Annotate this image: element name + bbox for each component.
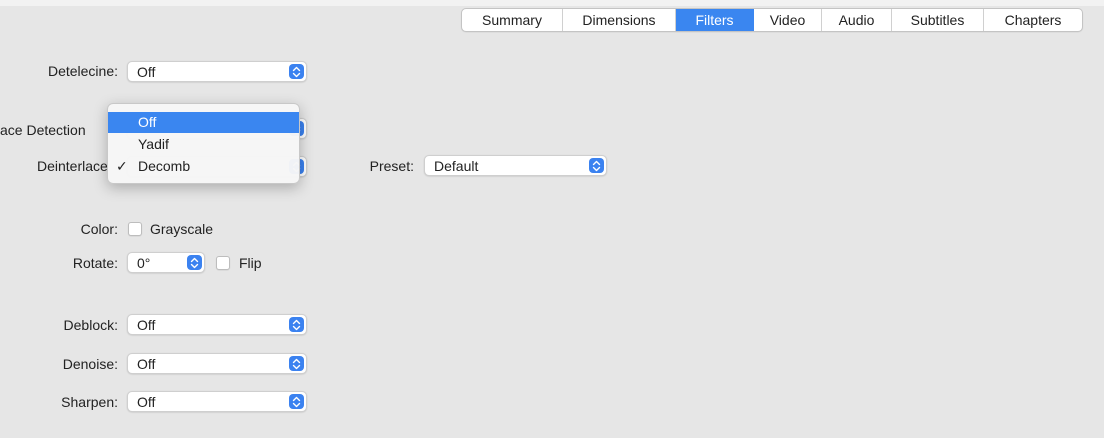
chevron-updown-icon bbox=[289, 64, 304, 79]
rotate-value: 0° bbox=[137, 255, 151, 271]
deblock-label: Deblock: bbox=[63, 317, 118, 333]
tab-subtitles[interactable]: Subtitles bbox=[892, 9, 984, 31]
menu-item-label: Decomb bbox=[138, 158, 191, 174]
tab-audio[interactable]: Audio bbox=[822, 9, 892, 31]
flip-label: Flip bbox=[239, 255, 262, 271]
tab-chapters[interactable]: Chapters bbox=[984, 9, 1082, 31]
grayscale-checkbox[interactable] bbox=[128, 222, 142, 236]
chevron-updown-icon bbox=[589, 158, 604, 173]
detelecine-popup[interactable]: Off bbox=[127, 61, 307, 82]
tab-bar: Summary Dimensions Filters Video Audio S… bbox=[461, 8, 1083, 32]
menu-item-decomb[interactable]: ✓ Decomb bbox=[108, 156, 299, 177]
preset-label: Preset: bbox=[369, 158, 414, 174]
tab-filters[interactable]: Filters bbox=[676, 9, 754, 31]
grayscale-label: Grayscale bbox=[150, 221, 214, 237]
chevron-updown-icon bbox=[289, 317, 304, 332]
top-strip bbox=[0, 0, 1104, 6]
deblock-value: Off bbox=[137, 317, 156, 333]
denoise-popup[interactable]: Off bbox=[127, 353, 307, 374]
menu-item-yadif[interactable]: Yadif bbox=[108, 134, 299, 155]
denoise-value: Off bbox=[137, 356, 156, 372]
sharpen-popup[interactable]: Off bbox=[127, 391, 307, 412]
tab-dimensions[interactable]: Dimensions bbox=[563, 9, 676, 31]
deblock-popup[interactable]: Off bbox=[127, 314, 307, 335]
flip-checkbox[interactable] bbox=[216, 256, 230, 270]
menu-item-off[interactable]: Off bbox=[108, 112, 299, 133]
tab-summary[interactable]: Summary bbox=[462, 9, 563, 31]
menu-item-label: Off bbox=[138, 114, 157, 130]
color-label: Color: bbox=[80, 221, 118, 237]
sharpen-label: Sharpen: bbox=[61, 394, 118, 410]
deinterlace-label: Deinterlace bbox=[37, 158, 108, 174]
chevron-updown-icon bbox=[289, 356, 304, 371]
detelecine-value: Off bbox=[137, 64, 156, 80]
denoise-label: Denoise: bbox=[62, 356, 118, 372]
tab-video[interactable]: Video bbox=[754, 9, 822, 31]
detelecine-label: Detelecine: bbox=[47, 63, 118, 79]
rotate-label: Rotate: bbox=[72, 255, 118, 271]
deinterlace-dropdown-menu: Off Yadif ✓ Decomb bbox=[107, 103, 300, 184]
preset-value: Default bbox=[434, 158, 479, 174]
preset-popup[interactable]: Default bbox=[424, 155, 607, 176]
sharpen-value: Off bbox=[137, 394, 156, 410]
chevron-updown-icon bbox=[187, 255, 202, 270]
interlace-detection-label: ace Detection bbox=[0, 122, 86, 138]
checkmark-icon: ✓ bbox=[116, 158, 128, 174]
chevron-updown-icon bbox=[289, 394, 304, 409]
menu-item-label: Yadif bbox=[138, 136, 169, 152]
rotate-popup[interactable]: 0° bbox=[127, 252, 205, 273]
